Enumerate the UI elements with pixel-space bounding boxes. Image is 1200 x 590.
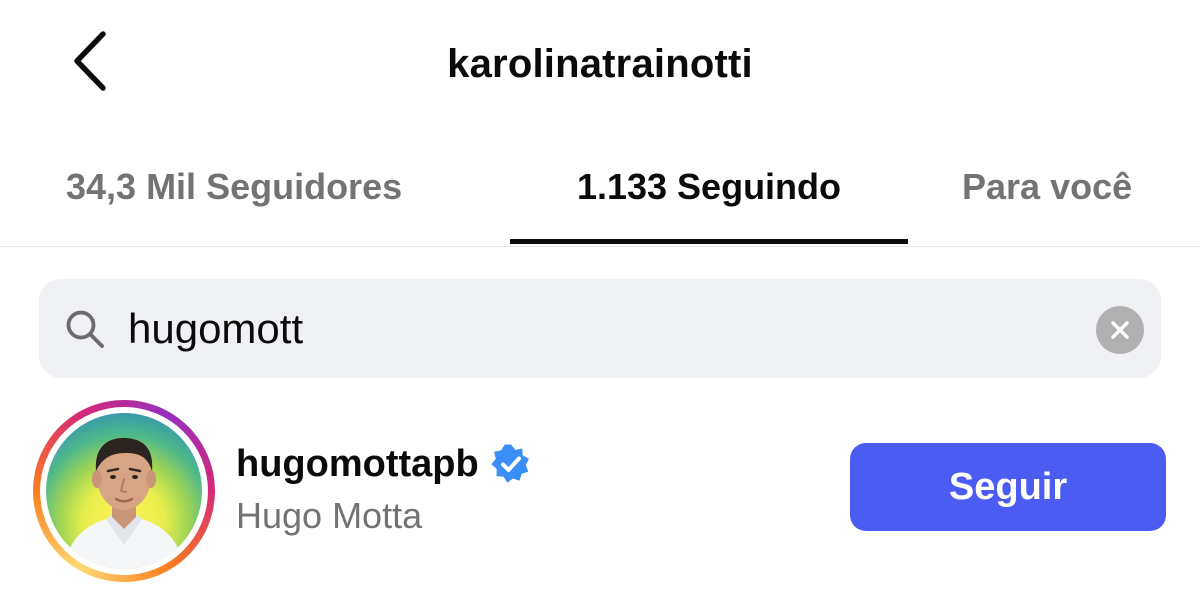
tab-following[interactable]: 1.133 Seguindo	[510, 164, 908, 210]
search-icon	[66, 310, 104, 348]
list-item[interactable]: hugomottapb Hugo Motta Seguir	[0, 396, 1200, 590]
verified-badge-icon	[491, 444, 529, 483]
page-title: karolinatrainotti	[447, 42, 753, 86]
profile-photo	[46, 413, 202, 569]
follow-button[interactable]: Seguir	[850, 443, 1166, 531]
full-name: Hugo Motta	[236, 495, 423, 536]
username-line: hugomottapb	[236, 440, 531, 488]
top-bar: karolinatrainotti	[0, 0, 1200, 128]
tab-for-you[interactable]: Para você	[962, 164, 1132, 210]
tab-followers[interactable]: 34,3 Mil Seguidores	[66, 164, 402, 210]
avatar[interactable]	[46, 413, 202, 569]
username[interactable]: hugomottapb	[236, 440, 479, 488]
chevron-left-icon	[74, 31, 106, 91]
tab-bar: 34,3 Mil Seguidores 1.133 Seguindo Para …	[0, 128, 1200, 247]
clear-search-button[interactable]	[1096, 306, 1144, 354]
back-button[interactable]	[58, 26, 122, 96]
search-input[interactable]	[128, 300, 1068, 358]
active-tab-indicator	[510, 239, 908, 244]
clear-icon	[1111, 321, 1129, 339]
